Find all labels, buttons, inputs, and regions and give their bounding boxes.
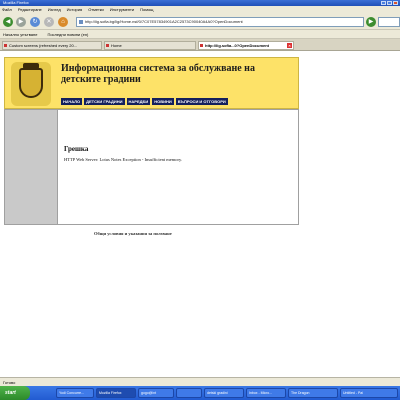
terms-link[interactable]: Общи условия и указания за ползване bbox=[94, 231, 172, 236]
tab-custom-screens[interactable]: Custom screens (refreshed every 20... bbox=[2, 41, 102, 50]
nav-kindergartens[interactable]: ДЕТСКИ ГРАДИНИ bbox=[84, 98, 125, 105]
go-icon[interactable]: ▶ bbox=[366, 17, 376, 27]
start-button[interactable]: start bbox=[0, 386, 30, 400]
tab-home[interactable]: Home bbox=[104, 41, 196, 50]
minimize-button[interactable] bbox=[381, 1, 386, 5]
maximize-button[interactable] bbox=[387, 1, 392, 5]
menu-edit[interactable]: Редактиране bbox=[18, 6, 42, 14]
stop-icon[interactable]: ✕ bbox=[44, 17, 54, 27]
main-area: Грешка HTTP Web Server: Lotus Notes Exce… bbox=[58, 109, 299, 225]
bookmarks-toolbar: Начално упътване Последни новини (en) bbox=[0, 30, 400, 39]
site-title: Информационна система за обслужване на д… bbox=[61, 63, 255, 85]
close-button[interactable] bbox=[393, 1, 398, 5]
error-title: Грешка bbox=[64, 145, 89, 153]
tab-label: Home bbox=[111, 43, 122, 48]
taskbar-item[interactable]: The Dragon bbox=[288, 388, 338, 398]
nav-news[interactable]: НОВИНИ bbox=[152, 98, 174, 105]
tab-favicon-icon bbox=[106, 44, 109, 47]
forward-icon[interactable]: ▶ bbox=[16, 17, 26, 27]
menu-tools[interactable]: Инструменти bbox=[110, 6, 134, 14]
navigation-toolbar: ◀ ▶ ↻ ✕ ⌂ http://lig.sofia.bg/lig/Home.n… bbox=[0, 14, 400, 30]
address-bar[interactable]: http://lig.sofia.bg/lig/Home.nsf/0/7C07E… bbox=[76, 17, 364, 27]
tab-label: http://lig.sofia...0?OpenDocument bbox=[205, 43, 269, 48]
tab-label: Custom screens (refreshed every 20... bbox=[9, 43, 78, 48]
taskbar-item[interactable]: Inbox - Micro... bbox=[246, 388, 286, 398]
left-sidebar bbox=[4, 109, 58, 225]
bookmark-latest-news[interactable]: Последни новини (en) bbox=[47, 30, 88, 38]
search-input[interactable] bbox=[378, 17, 400, 27]
window-controls bbox=[381, 1, 398, 5]
site-favicon-icon bbox=[79, 20, 83, 24]
menu-bookmarks[interactable]: Отметки bbox=[88, 6, 104, 14]
menu-file[interactable]: Файл bbox=[2, 6, 12, 14]
taskbar-item[interactable]: Untitled - Pai bbox=[340, 388, 398, 398]
taskbar-item[interactable] bbox=[176, 388, 202, 398]
tab-favicon-icon bbox=[4, 44, 7, 47]
menu-bar: Файл Редактиране Изглед История Отметки … bbox=[0, 6, 400, 14]
menu-help[interactable]: Помощ bbox=[140, 6, 153, 14]
site-header: Информационна система за обслужване на д… bbox=[4, 57, 299, 109]
address-url: http://lig.sofia.bg/lig/Home.nsf/0/7C07E… bbox=[85, 19, 243, 24]
taskbar-item[interactable]: Yodi Concurre... bbox=[56, 388, 94, 398]
back-icon[interactable]: ◀ bbox=[3, 17, 13, 27]
menu-history[interactable]: История bbox=[67, 6, 83, 14]
status-bar: Готово bbox=[0, 377, 400, 386]
sofia-coat-of-arms-logo bbox=[11, 62, 51, 106]
page-content: Информационна система за обслужване на д… bbox=[0, 51, 400, 377]
window-title: Mozilla Firefox bbox=[3, 0, 29, 5]
reload-icon[interactable]: ↻ bbox=[30, 17, 40, 27]
tab-favicon-icon bbox=[200, 44, 203, 47]
bookmark-getting-started[interactable]: Начално упътване bbox=[3, 30, 37, 38]
nav-home[interactable]: НАЧАЛО bbox=[61, 98, 83, 105]
status-text: Готово bbox=[3, 380, 16, 385]
taskbar-item[interactable]: detski gradini bbox=[204, 388, 244, 398]
tab-current-document[interactable]: http://lig.sofia...0?OpenDocument × bbox=[198, 41, 294, 50]
nav-regulations[interactable]: НАРЕДБИ bbox=[126, 98, 151, 105]
site-navigation: НАЧАЛО ДЕТСКИ ГРАДИНИ НАРЕДБИ НОВИНИ ВЪП… bbox=[61, 98, 228, 105]
home-icon[interactable]: ⌂ bbox=[58, 17, 68, 27]
taskbar-item-firefox[interactable]: Mozilla Firefox bbox=[96, 388, 136, 398]
error-message: HTTP Web Server: Lotus Notes Exception -… bbox=[64, 157, 183, 162]
menu-view[interactable]: Изглед bbox=[48, 6, 61, 14]
nav-faq[interactable]: ВЪПРОСИ И ОТГОВОРИ bbox=[175, 98, 228, 105]
taskbar: start Yodi Concurre... Mozilla Firefox g… bbox=[0, 386, 400, 400]
tab-close-icon[interactable]: × bbox=[287, 43, 292, 48]
taskbar-item[interactable]: gogo@int bbox=[138, 388, 174, 398]
tab-bar: Custom screens (refreshed every 20... Ho… bbox=[0, 39, 400, 51]
